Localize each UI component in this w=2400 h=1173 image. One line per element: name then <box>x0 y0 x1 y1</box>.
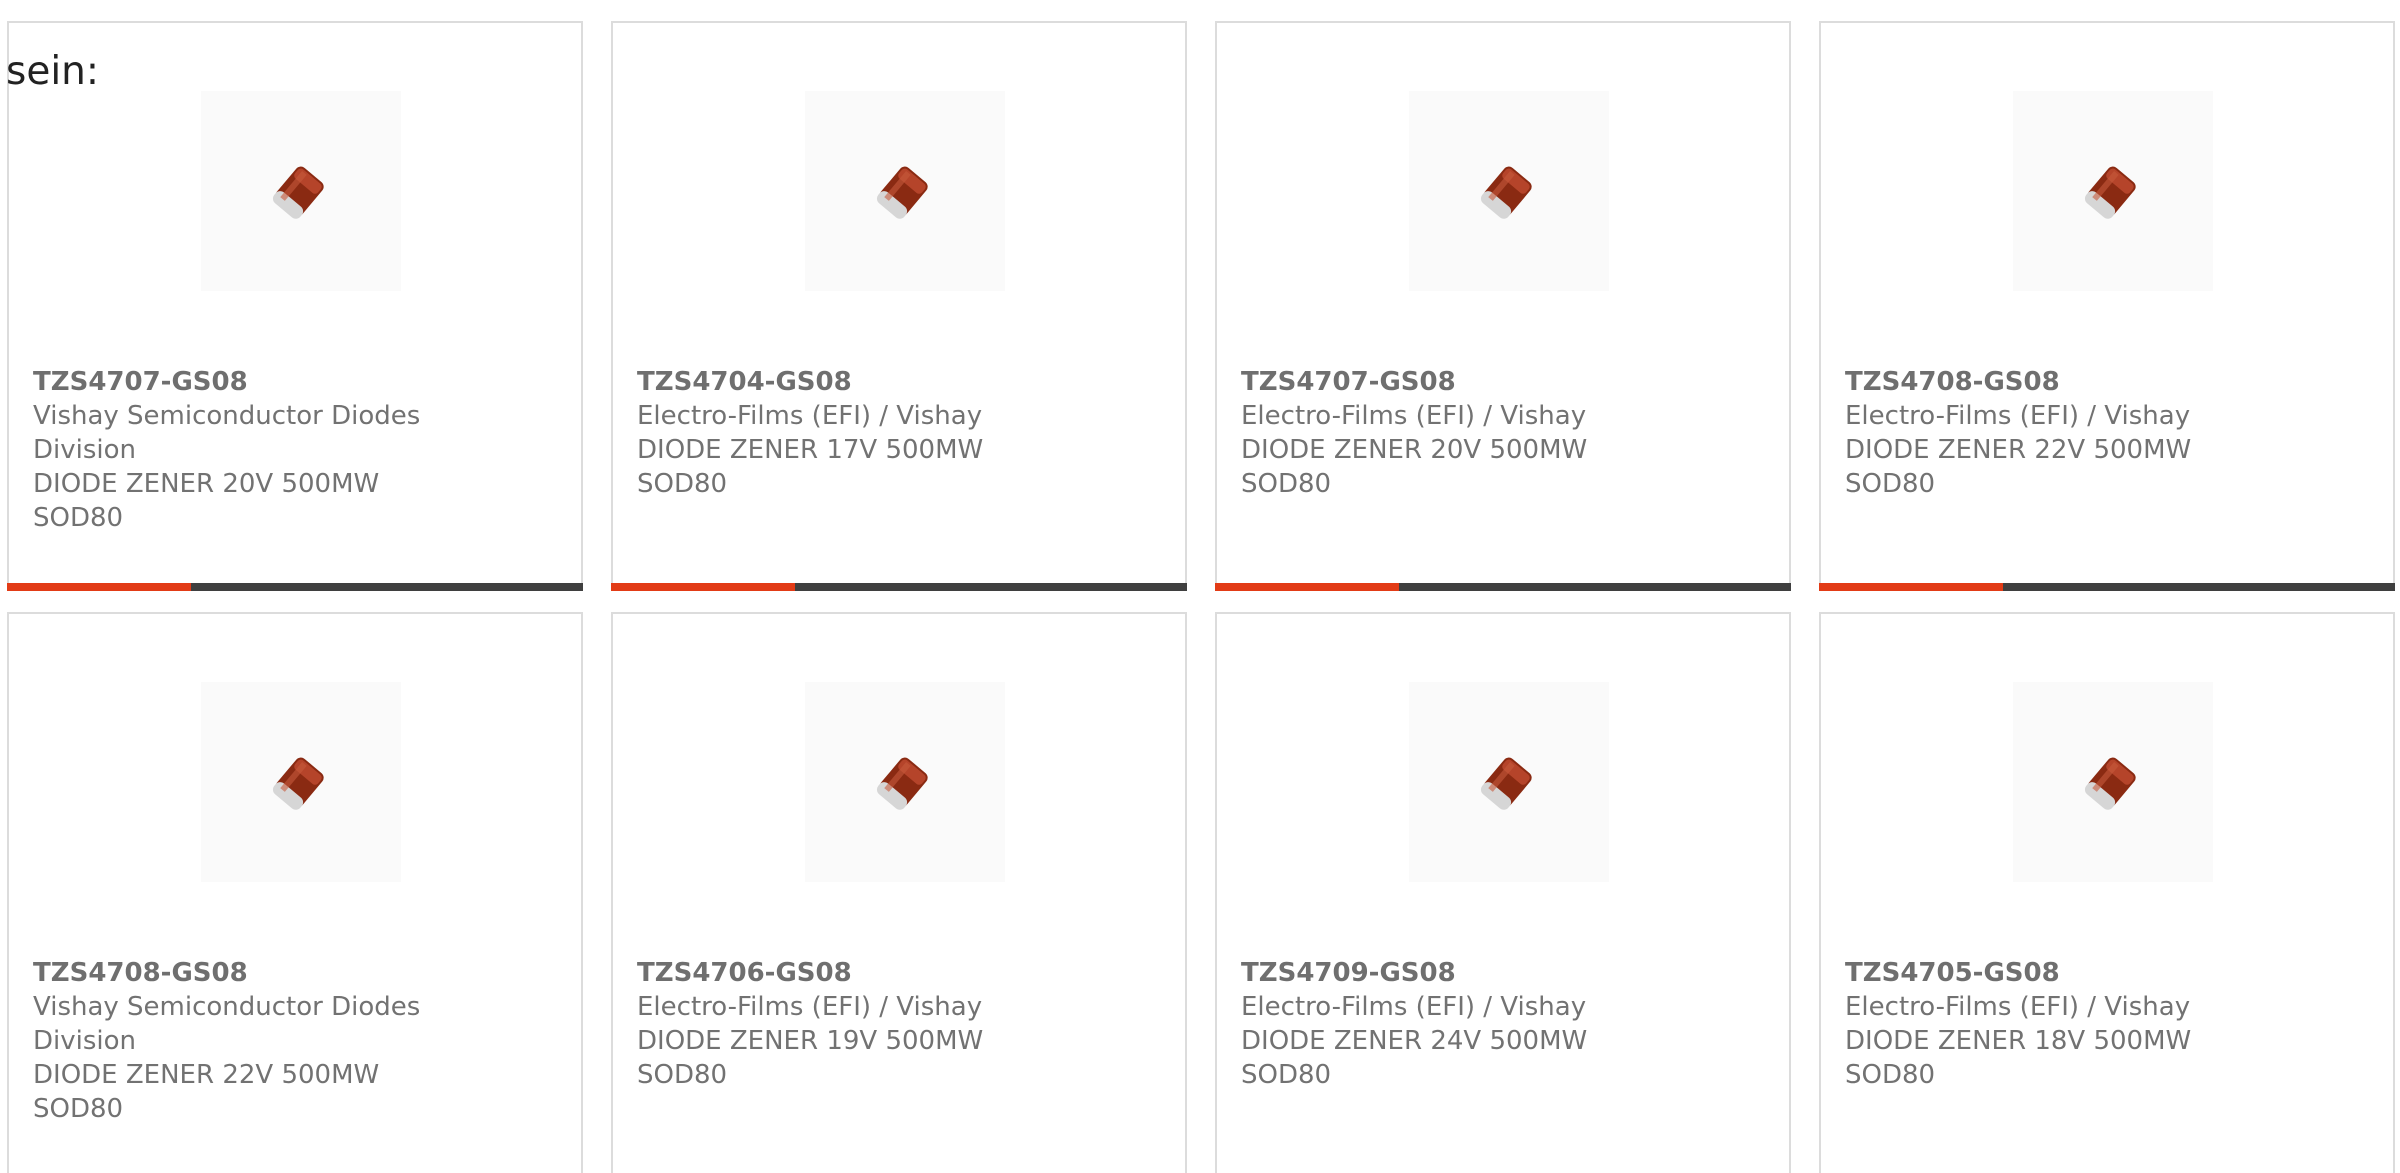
manufacturer: Electro-Films (EFI) / Vishay <box>1845 992 2191 1022</box>
product-card[interactable]: TZS4708-GS08 Vishay Semiconductor Diodes… <box>7 612 583 1173</box>
part-number-link[interactable]: TZS4707-GS08 <box>1241 365 1661 399</box>
manufacturer: Electro-Films (EFI) / Vishay <box>1845 401 2191 431</box>
card-accent-bar <box>7 583 191 591</box>
package: SOD80 <box>1241 469 1332 499</box>
product-info: TZS4707-GS08 Electro-Films (EFI) / Visha… <box>1241 365 1661 501</box>
diode-sod80-icon[interactable] <box>1409 91 1609 291</box>
product-info: TZS4704-GS08 Electro-Films (EFI) / Visha… <box>637 365 1057 501</box>
card-footer-bar <box>1819 583 2395 591</box>
description: DIODE ZENER 24V 500MW <box>1241 1026 1588 1056</box>
diode-sod80-icon[interactable] <box>201 682 401 882</box>
package: SOD80 <box>637 1060 728 1090</box>
description: DIODE ZENER 22V 500MW <box>1845 435 2192 465</box>
card-accent-bar <box>611 583 795 591</box>
manufacturer: Electro-Films (EFI) / Vishay <box>1241 992 1587 1022</box>
product-card[interactable]: TZS4707-GS08 Vishay Semiconductor Diodes… <box>7 21 583 591</box>
manufacturer: Vishay Semiconductor Diodes Division <box>33 401 421 465</box>
manufacturer: Electro-Films (EFI) / Vishay <box>637 992 983 1022</box>
part-number-link[interactable]: TZS4704-GS08 <box>637 365 1057 399</box>
product-info: TZS4706-GS08 Electro-Films (EFI) / Visha… <box>637 956 1057 1092</box>
card-accent-bar <box>1215 583 1399 591</box>
part-number-link[interactable]: TZS4705-GS08 <box>1845 956 2265 990</box>
package: SOD80 <box>1845 469 1936 499</box>
product-card[interactable]: TZS4704-GS08 Electro-Films (EFI) / Visha… <box>611 21 1187 591</box>
card-footer-bar <box>1215 583 1791 591</box>
manufacturer: Electro-Films (EFI) / Vishay <box>637 401 983 431</box>
package: SOD80 <box>1241 1060 1332 1090</box>
product-info: TZS4708-GS08 Electro-Films (EFI) / Visha… <box>1845 365 2265 501</box>
description: DIODE ZENER 20V 500MW <box>1241 435 1588 465</box>
product-card[interactable]: TZS4709-GS08 Electro-Films (EFI) / Visha… <box>1215 612 1791 1173</box>
product-card[interactable]: TZS4708-GS08 Electro-Films (EFI) / Visha… <box>1819 21 2395 591</box>
manufacturer: Electro-Films (EFI) / Vishay <box>1241 401 1587 431</box>
product-info: TZS4708-GS08 Vishay Semiconductor Diodes… <box>33 956 453 1126</box>
package: SOD80 <box>1845 1060 1936 1090</box>
page: sein: TZS4707-GS08 Vishay Semiconductor … <box>0 0 2400 1173</box>
diode-sod80-icon[interactable] <box>201 91 401 291</box>
diode-sod80-icon[interactable] <box>805 682 1005 882</box>
diode-sod80-icon[interactable] <box>2013 682 2213 882</box>
diode-sod80-icon[interactable] <box>2013 91 2213 291</box>
product-card[interactable]: TZS4705-GS08 Electro-Films (EFI) / Visha… <box>1819 612 2395 1173</box>
product-info: TZS4705-GS08 Electro-Films (EFI) / Visha… <box>1845 956 2265 1092</box>
card-footer-bar <box>7 583 583 591</box>
part-number-link[interactable]: TZS4708-GS08 <box>1845 365 2265 399</box>
description: DIODE ZENER 17V 500MW <box>637 435 984 465</box>
diode-sod80-icon[interactable] <box>1409 682 1609 882</box>
description: DIODE ZENER 19V 500MW <box>637 1026 984 1056</box>
card-footer-bar <box>611 583 1187 591</box>
section-heading: sein: <box>6 49 100 94</box>
description: DIODE ZENER 18V 500MW <box>1845 1026 2192 1056</box>
part-number-link[interactable]: TZS4707-GS08 <box>33 365 453 399</box>
package: SOD80 <box>637 469 728 499</box>
part-number-link[interactable]: TZS4708-GS08 <box>33 956 453 990</box>
part-number-link[interactable]: TZS4706-GS08 <box>637 956 1057 990</box>
product-info: TZS4707-GS08 Vishay Semiconductor Diodes… <box>33 365 453 535</box>
description: DIODE ZENER 22V 500MW <box>33 1060 380 1090</box>
product-card[interactable]: TZS4706-GS08 Electro-Films (EFI) / Visha… <box>611 612 1187 1173</box>
product-card[interactable]: TZS4707-GS08 Electro-Films (EFI) / Visha… <box>1215 21 1791 591</box>
part-number-link[interactable]: TZS4709-GS08 <box>1241 956 1661 990</box>
product-info: TZS4709-GS08 Electro-Films (EFI) / Visha… <box>1241 956 1661 1092</box>
package: SOD80 <box>33 1094 124 1124</box>
diode-sod80-icon[interactable] <box>805 91 1005 291</box>
description: DIODE ZENER 20V 500MW <box>33 469 380 499</box>
card-accent-bar <box>1819 583 2003 591</box>
manufacturer: Vishay Semiconductor Diodes Division <box>33 992 421 1056</box>
package: SOD80 <box>33 503 124 533</box>
